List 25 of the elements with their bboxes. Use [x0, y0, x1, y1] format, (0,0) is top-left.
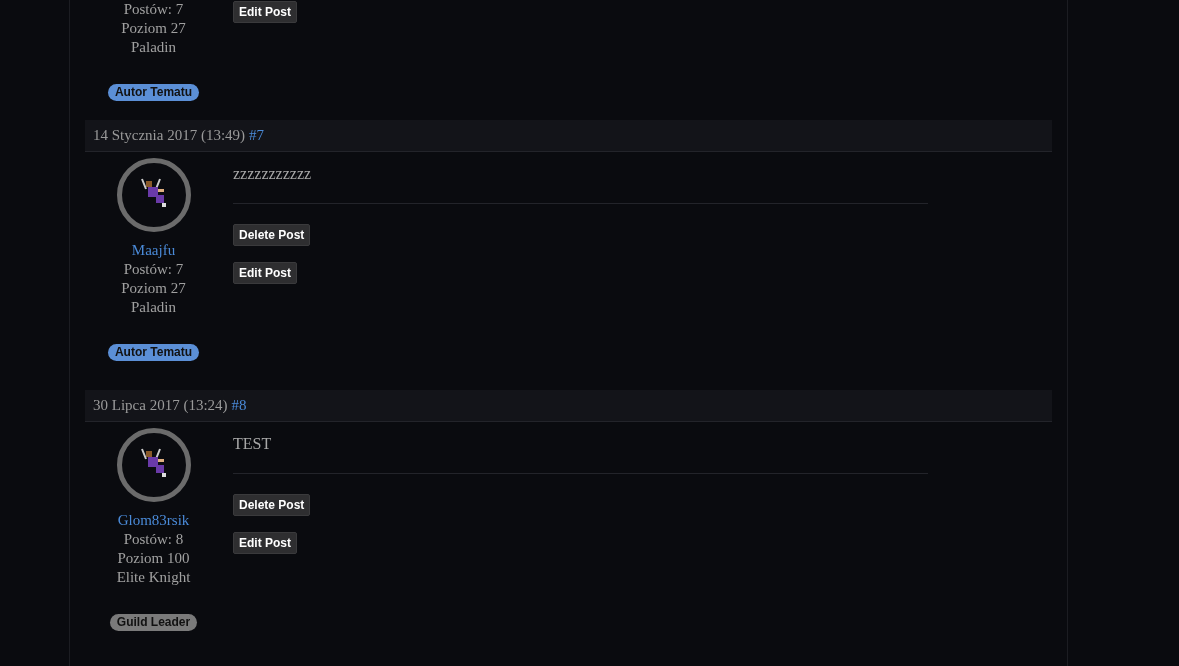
post-action-button[interactable]: Edit Post	[233, 262, 297, 284]
rank-badge: Guild Leader	[109, 614, 198, 631]
rank-badge: Autor Tematu	[107, 84, 200, 101]
author-stat: Elite Knight	[116, 568, 191, 587]
post-action-button[interactable]: Delete Post	[233, 494, 311, 516]
author-stat: Postów: 7	[123, 0, 184, 19]
author-stat: Postów: 7	[123, 260, 184, 279]
post-text: TEST	[233, 435, 928, 474]
post-text: zzzzzzzzzzz	[233, 165, 928, 204]
post-date: 14 Stycznia 2017 (13:49)	[93, 127, 246, 144]
author-stat: Paladin	[131, 298, 176, 317]
rank-badge: Autor Tematu	[107, 344, 200, 361]
post-action-button[interactable]: Edit Post	[233, 532, 297, 554]
author-stat: Paladin	[131, 38, 176, 57]
author-stat: Postów: 8	[123, 530, 184, 549]
post-number-link[interactable]: #8	[231, 397, 247, 414]
author-name[interactable]: Maajfu	[131, 241, 176, 260]
author-stat: Poziom 27	[121, 19, 186, 38]
post-date: 30 Lipca 2017 (13:24)	[93, 397, 228, 414]
post-action-button[interactable]: Delete Post	[233, 224, 311, 246]
author-stat: Poziom 100	[117, 549, 190, 568]
post-action-button[interactable]: Edit Post	[233, 1, 297, 23]
post-number-link[interactable]: #7	[249, 127, 265, 144]
author-stat: Poziom 27	[121, 279, 186, 298]
author-name[interactable]: Glom83rsik	[117, 511, 190, 530]
